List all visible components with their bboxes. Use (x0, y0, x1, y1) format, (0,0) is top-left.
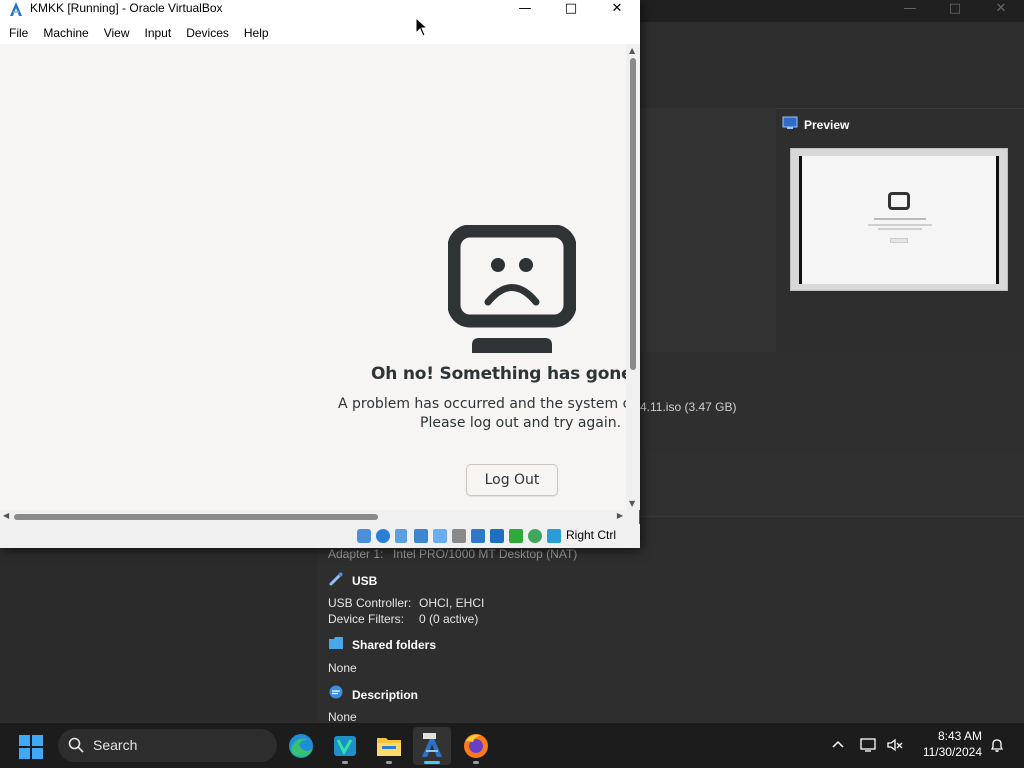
folder-icon (328, 636, 344, 653)
close-button[interactable]: ✕ (594, 0, 640, 22)
horizontal-scroll-thumb[interactable] (14, 514, 378, 520)
vertical-scrollbar[interactable]: ▲ ▼ (626, 44, 640, 510)
scroll-up-arrow-icon[interactable]: ▲ (629, 46, 635, 55)
vm-preview-thumbnail (790, 148, 1008, 291)
sad-face-icon (888, 192, 910, 210)
preview-text-line (878, 228, 922, 230)
preview-text-line (868, 224, 932, 226)
running-indicator (342, 761, 348, 764)
vm-window: KMKK [Running] - Oracle VirtualBox — □ ✕… (0, 0, 640, 548)
vertical-scroll-thumb[interactable] (630, 58, 636, 370)
mouse-cursor-icon (415, 16, 429, 41)
shared-folders-icon[interactable] (452, 529, 466, 543)
usb-filters-row: Device Filters: 0 (0 active) (328, 612, 479, 626)
preview-text-line (874, 218, 926, 220)
display-icon[interactable] (471, 529, 485, 543)
speech-bubble-icon (328, 685, 344, 704)
menu-machine[interactable]: Machine (34, 22, 94, 44)
search-icon (68, 737, 84, 757)
menu-devices[interactable]: Devices (177, 22, 235, 44)
clock-date[interactable]: 11/30/2024 (902, 745, 982, 759)
maximize-button[interactable]: □ (548, 0, 594, 22)
usb-controller-row: USB Controller: OHCI, EHCI (328, 596, 485, 610)
host-key-label: Right Ctrl (566, 528, 617, 542)
preview-label: Preview (804, 117, 850, 132)
visual-studio-icon[interactable] (326, 727, 364, 765)
mouse-integration-icon[interactable] (547, 529, 561, 543)
usb-section-title: USB (328, 571, 377, 590)
optical-drive-icon[interactable] (376, 529, 390, 543)
virtualbox-icon[interactable] (413, 727, 451, 765)
running-indicator (473, 761, 479, 764)
sad-computer-icon (447, 224, 577, 357)
vm-titlebar[interactable]: KMKK [Running] - Oracle VirtualBox — □ ✕ (0, 0, 640, 22)
taskbar-search-box[interactable]: Search (58, 729, 277, 762)
vm-menubar: File Machine View Input Devices Help (0, 22, 640, 44)
active-indicator (424, 761, 440, 764)
network-adapter-row: Adapter 1: Intel PRO/1000 MT Desktop (NAT… (328, 547, 578, 561)
file-explorer-icon[interactable] (370, 727, 408, 765)
error-message-line-2: Please log out and try again. (420, 415, 622, 431)
network-status-icon[interactable] (860, 737, 878, 757)
menu-file[interactable]: File (0, 22, 34, 44)
monitor-icon (782, 116, 798, 133)
cpu-icon[interactable] (528, 529, 542, 543)
virtualbox-icon (8, 1, 24, 21)
horizontal-scrollbar[interactable]: ◀ ▶ (0, 510, 626, 524)
error-message-line-1: A problem has occurred and the system ca… (338, 396, 626, 412)
usb-icon[interactable] (433, 529, 447, 543)
preview-section-title: Preview (782, 116, 849, 133)
search-label: Search (93, 737, 138, 753)
audio-icon[interactable] (395, 529, 407, 543)
manager-maximize-button[interactable]: □ (932, 0, 978, 22)
manager-minimize-button[interactable]: — (887, 0, 933, 22)
notification-bell-icon[interactable] (989, 737, 1005, 757)
windows-logo-icon (19, 735, 43, 759)
chevron-up-icon[interactable] (831, 737, 845, 753)
vm-statusbar: Right Ctrl (0, 524, 640, 548)
preview-screen (799, 156, 999, 284)
guest-display[interactable]: Oh no! Something has gone wro A problem … (0, 44, 626, 510)
firefox-icon[interactable] (457, 727, 495, 765)
running-indicator (386, 761, 392, 764)
storage-iso-text: 4.11.iso (3.47 GB) (640, 400, 737, 414)
log-out-button[interactable]: Log Out (466, 464, 558, 496)
hard-disk-icon[interactable] (357, 529, 371, 543)
desktop: — □ ✕ 4.11.iso (3.47 GB) Preview Adapter… (0, 0, 1024, 768)
scroll-down-arrow-icon[interactable]: ▼ (629, 499, 635, 508)
recording-icon[interactable] (509, 529, 523, 543)
vm-window-title: KMKK [Running] - Oracle VirtualBox (30, 1, 223, 15)
menu-input[interactable]: Input (136, 22, 178, 44)
clock-time[interactable]: 8:43 AM (918, 729, 982, 743)
start-button[interactable] (18, 734, 44, 760)
manager-close-button[interactable]: ✕ (978, 0, 1024, 22)
error-title: Oh no! Something has gone wro (371, 364, 626, 384)
video-capture-icon[interactable] (490, 529, 504, 543)
description-section-title: Description (328, 685, 418, 704)
edge-icon[interactable] (282, 727, 320, 765)
usb-icon (328, 571, 344, 590)
scroll-right-arrow-icon[interactable]: ▶ (617, 511, 623, 520)
menu-help[interactable]: Help (235, 22, 275, 44)
network-icon[interactable] (414, 529, 428, 543)
preview-button (890, 238, 908, 243)
minimize-button[interactable]: — (502, 0, 548, 22)
shared-folders-value: None (328, 661, 357, 675)
taskbar: Search 8:43 AM 11/30/2024 (0, 722, 1024, 768)
menu-view[interactable]: View (95, 22, 136, 44)
scroll-left-arrow-icon[interactable]: ◀ (3, 511, 9, 520)
shared-folders-section-title: Shared folders (328, 636, 436, 653)
